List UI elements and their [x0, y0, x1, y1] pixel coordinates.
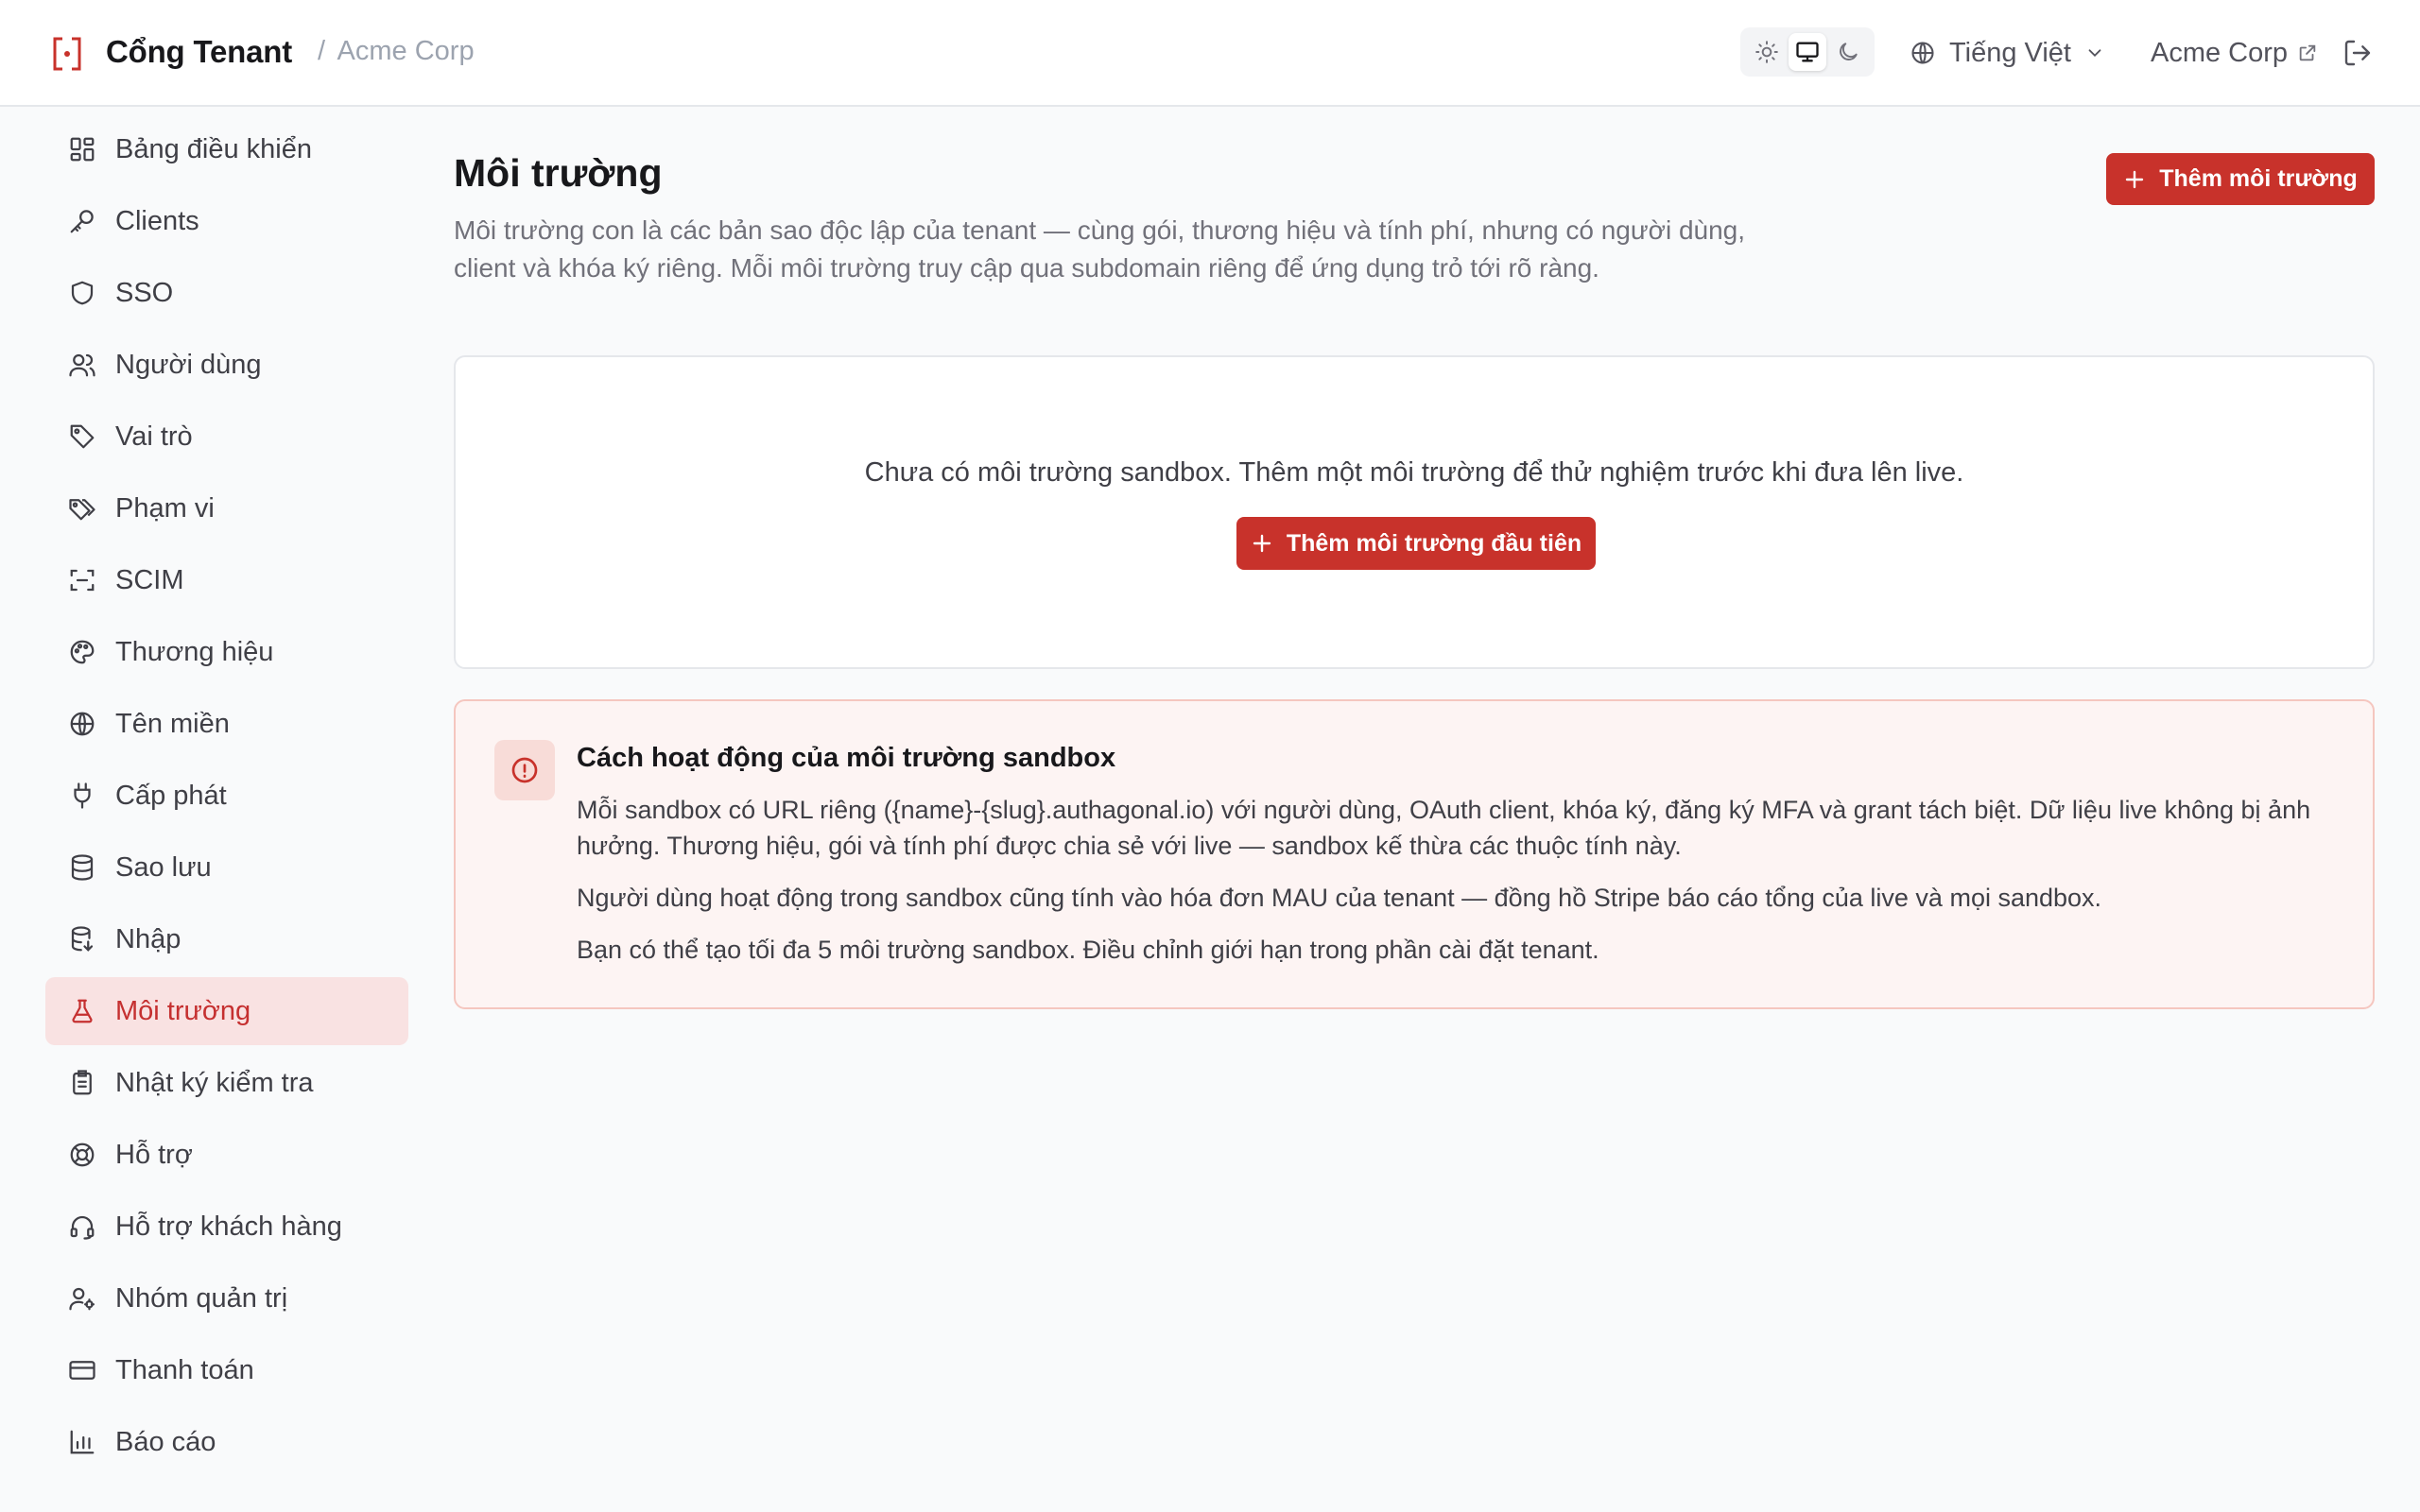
sandbox-info-card: Cách hoạt động của môi trường sandbox Mỗ… — [454, 699, 2375, 1009]
logout-button[interactable] — [2342, 38, 2373, 68]
sidebar-item-domains[interactable]: Tên miền — [45, 690, 408, 758]
sidebar-item-import[interactable]: Nhập — [45, 905, 408, 973]
sidebar-item-label: Clients — [115, 205, 199, 236]
dashboard-icon — [70, 137, 95, 162]
globe-icon — [70, 712, 95, 736]
language-selector[interactable]: Tiếng Việt — [1910, 34, 2105, 72]
sidebar-item-scopes[interactable]: Phạm vi — [45, 474, 408, 542]
info-icon-box — [494, 740, 555, 800]
sun-icon — [1754, 41, 1778, 63]
chevron-down-icon — [2088, 49, 2101, 58]
sidebar-item-provisioning[interactable]: Cấp phát — [45, 762, 408, 830]
empty-state-text: Chưa có môi trường sandbox. Thêm một môi… — [864, 457, 1964, 488]
shield-icon — [71, 281, 94, 305]
sidebar-item-label: Nhật ký kiểm tra — [115, 1067, 314, 1098]
info-paragraph: Bạn có thể tạo tối đa 5 môi trường sandb… — [577, 936, 1599, 964]
sidebar-item-scim[interactable]: SCIM — [45, 546, 408, 614]
sidebar-item-label: Bảng điều khiển — [115, 133, 312, 164]
add-environment-label: Thêm môi trường — [2159, 165, 2358, 192]
sidebar-item-dashboard[interactable]: Bảng điều khiển — [45, 115, 408, 183]
lifebuoy-icon — [70, 1143, 95, 1167]
theme-light-button[interactable] — [1748, 33, 1786, 71]
globe-icon — [1911, 42, 1934, 64]
sidebar-item-environments[interactable]: Môi trường — [45, 977, 408, 1045]
brand-logo-icon[interactable] — [51, 36, 83, 72]
key-icon — [70, 210, 94, 233]
logout-icon — [2344, 40, 2371, 66]
flask-icon — [72, 999, 93, 1023]
sidebar-item-reports[interactable]: Báo cáo — [45, 1408, 408, 1476]
add-first-environment-label: Thêm môi trường đầu tiên — [1286, 529, 1582, 557]
sidebar-item-label: Phạm vi — [115, 492, 215, 524]
moon-icon — [1840, 43, 1858, 60]
info-paragraph: Người dùng hoạt động trong sandbox cũng … — [577, 884, 2102, 912]
sidebar-item-label: Tên miền — [115, 708, 230, 739]
credit-card-icon — [69, 1361, 95, 1380]
top-header: Cổng Tenant / Acme Corp Tiếng Việt Acme … — [0, 0, 2420, 107]
info-icon — [511, 757, 538, 783]
sidebar-item-clients[interactable]: Clients — [45, 187, 408, 255]
theme-switcher — [1740, 27, 1875, 77]
bar-chart-icon — [70, 1430, 95, 1454]
breadcrumb-separator: / — [318, 36, 326, 66]
sidebar-item-support[interactable]: Hỗ trợ — [45, 1121, 408, 1189]
plus-icon — [2126, 170, 2144, 188]
sidebar-item-label: Cấp phát — [115, 780, 227, 811]
sidebar-item-billing[interactable]: Thanh toán — [45, 1336, 408, 1404]
breadcrumb: / Acme Corp — [318, 36, 475, 67]
sidebar-item-label: Hỗ trợ khách hàng — [115, 1211, 342, 1242]
info-title: Cách hoạt động của môi trường sandbox — [577, 743, 1116, 773]
tags-icon — [69, 499, 95, 521]
headset-icon — [70, 1215, 95, 1240]
sidebar-item-label: SCIM — [115, 564, 184, 595]
page-description: Môi trường con là các bản sao độc lập củ… — [454, 215, 1746, 283]
sidebar-item-users[interactable]: Người dùng — [45, 331, 408, 399]
sidebar-item-backup[interactable]: Sao lưu — [45, 833, 408, 902]
sidebar-item-label: Môi trường — [115, 995, 251, 1026]
language-label: Tiếng Việt — [1949, 37, 2071, 68]
sidebar-item-sso[interactable]: SSO — [45, 259, 408, 327]
sidebar-item-label: Thanh toán — [115, 1354, 254, 1385]
plug-icon — [74, 782, 91, 809]
page-title: Môi trường — [454, 151, 663, 195]
monitor-icon — [1796, 42, 1819, 62]
breadcrumb-tenant: Acme Corp — [337, 36, 475, 66]
info-body: Mỗi sandbox có URL riêng ({name}-{slug}.… — [577, 792, 2354, 984]
sidebar-item-branding[interactable]: Thương hiệu — [45, 618, 408, 686]
database-icon — [71, 854, 94, 881]
sidebar-item-label: Báo cáo — [115, 1426, 216, 1457]
sidebar-item-label: Thương hiệu — [115, 636, 274, 667]
sidebar-item-label: Sao lưu — [115, 851, 212, 883]
sidebar-item-customer-support[interactable]: Hỗ trợ khách hàng — [45, 1193, 408, 1261]
theme-dark-button[interactable] — [1829, 33, 1867, 71]
sidebar-item-label: SSO — [115, 277, 174, 308]
sidebar-item-label: Hỗ trợ — [115, 1139, 193, 1170]
sidebar-item-label: Người dùng — [115, 349, 262, 380]
tenant-link-label: Acme Corp — [2151, 37, 2289, 68]
info-paragraph: Mỗi sandbox có URL riêng ({name}-{slug}.… — [577, 796, 2311, 860]
tag-icon — [70, 424, 95, 449]
app-title[interactable]: Cổng Tenant — [106, 34, 292, 70]
plus-icon — [1253, 534, 1271, 553]
database-import-icon — [71, 926, 94, 952]
add-first-environment-button[interactable]: Thêm môi trường đầu tiên — [1236, 517, 1596, 570]
empty-state-card: Chưa có môi trường sandbox. Thêm một môi… — [454, 355, 2375, 669]
tenant-external-link[interactable]: Acme Corp — [2151, 34, 2318, 72]
sidebar-item-label: Nhóm quản trị — [115, 1282, 288, 1314]
sidebar-item-roles[interactable]: Vai trò — [45, 403, 408, 471]
add-environment-button[interactable]: Thêm môi trường — [2106, 153, 2375, 205]
theme-system-button[interactable] — [1788, 33, 1826, 71]
user-cog-icon — [69, 1287, 95, 1311]
sidebar-item-audit-log[interactable]: Nhật ký kiểm tra — [45, 1049, 408, 1117]
users-icon — [69, 353, 95, 377]
scan-icon — [70, 569, 95, 592]
sidebar-item-label: Nhập — [115, 923, 182, 954]
external-link-icon — [2299, 44, 2316, 61]
sidebar-item-admin-group[interactable]: Nhóm quản trị — [45, 1264, 408, 1332]
sidebar-item-label: Vai trò — [115, 421, 193, 452]
palette-icon — [70, 640, 95, 664]
clipboard-icon — [73, 1070, 92, 1095]
